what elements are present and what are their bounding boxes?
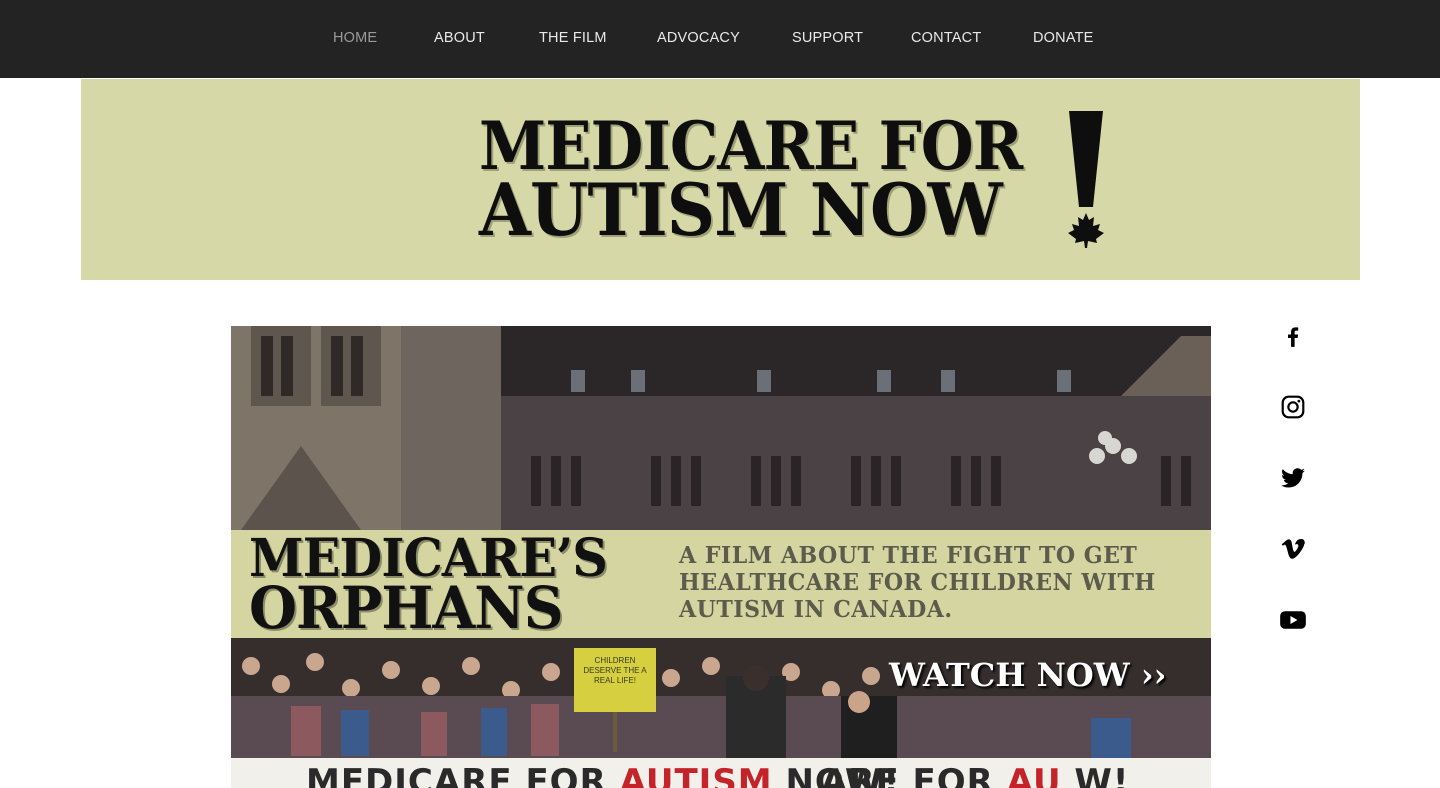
nav-home[interactable]: HOME [333, 30, 377, 46]
film-title-line-2: ORPHANS [249, 574, 563, 642]
facebook-icon[interactable] [1276, 319, 1310, 353]
nav-about[interactable]: ABOUT [434, 30, 485, 46]
watch-now-button[interactable]: WATCH NOW ›› [889, 656, 1166, 694]
nav-contact[interactable]: CONTACT [911, 30, 981, 46]
site-logo[interactable]: MEDICARE FOR AUTISM NOW [473, 103, 1133, 253]
protest-banner-right: ARE FOR AU W! [821, 762, 1129, 788]
logo-line-2: AUTISM NOW [479, 167, 1003, 252]
nav-advocacy[interactable]: ADVOCACY [657, 30, 740, 46]
vimeo-icon[interactable] [1276, 532, 1310, 566]
nav-support[interactable]: SUPPORT [792, 30, 863, 46]
protest-sign-text: CHILDREN DESERVE THE A REAL LIFE! [583, 656, 647, 685]
protest-banner-left: MEDICARE FOR AUTISM NOW! [306, 762, 900, 788]
top-navigation: HOME ABOUT THE FILM ADVOCACY SUPPORT CON… [0, 0, 1440, 78]
film-promo-banner[interactable]: MEDICARE’S ORPHANS A FILM ABOUT THE FIGH… [231, 326, 1211, 788]
nav-the-film[interactable]: THE FILM [539, 30, 607, 46]
nav-donate[interactable]: DONATE [1033, 30, 1094, 46]
youtube-icon[interactable] [1276, 603, 1310, 637]
protest-banner-right-part3: W! [1061, 762, 1130, 788]
protest-banner-right-part2: AU [1006, 762, 1062, 788]
exclamation-maple-leaf-icon [1068, 111, 1104, 248]
protest-banner-right-part1: ARE FOR [821, 762, 1007, 788]
twitter-icon[interactable] [1276, 461, 1310, 495]
protest-banner-left-part2: AUTISM [619, 762, 773, 788]
film-tagline: A FILM ABOUT THE FIGHT TO GET HEALTHCARE… [679, 542, 1156, 623]
protest-banner-left-part1: MEDICARE FOR [306, 762, 620, 788]
instagram-icon[interactable] [1276, 390, 1310, 424]
header-banner: MEDICARE FOR AUTISM NOW [81, 79, 1360, 280]
